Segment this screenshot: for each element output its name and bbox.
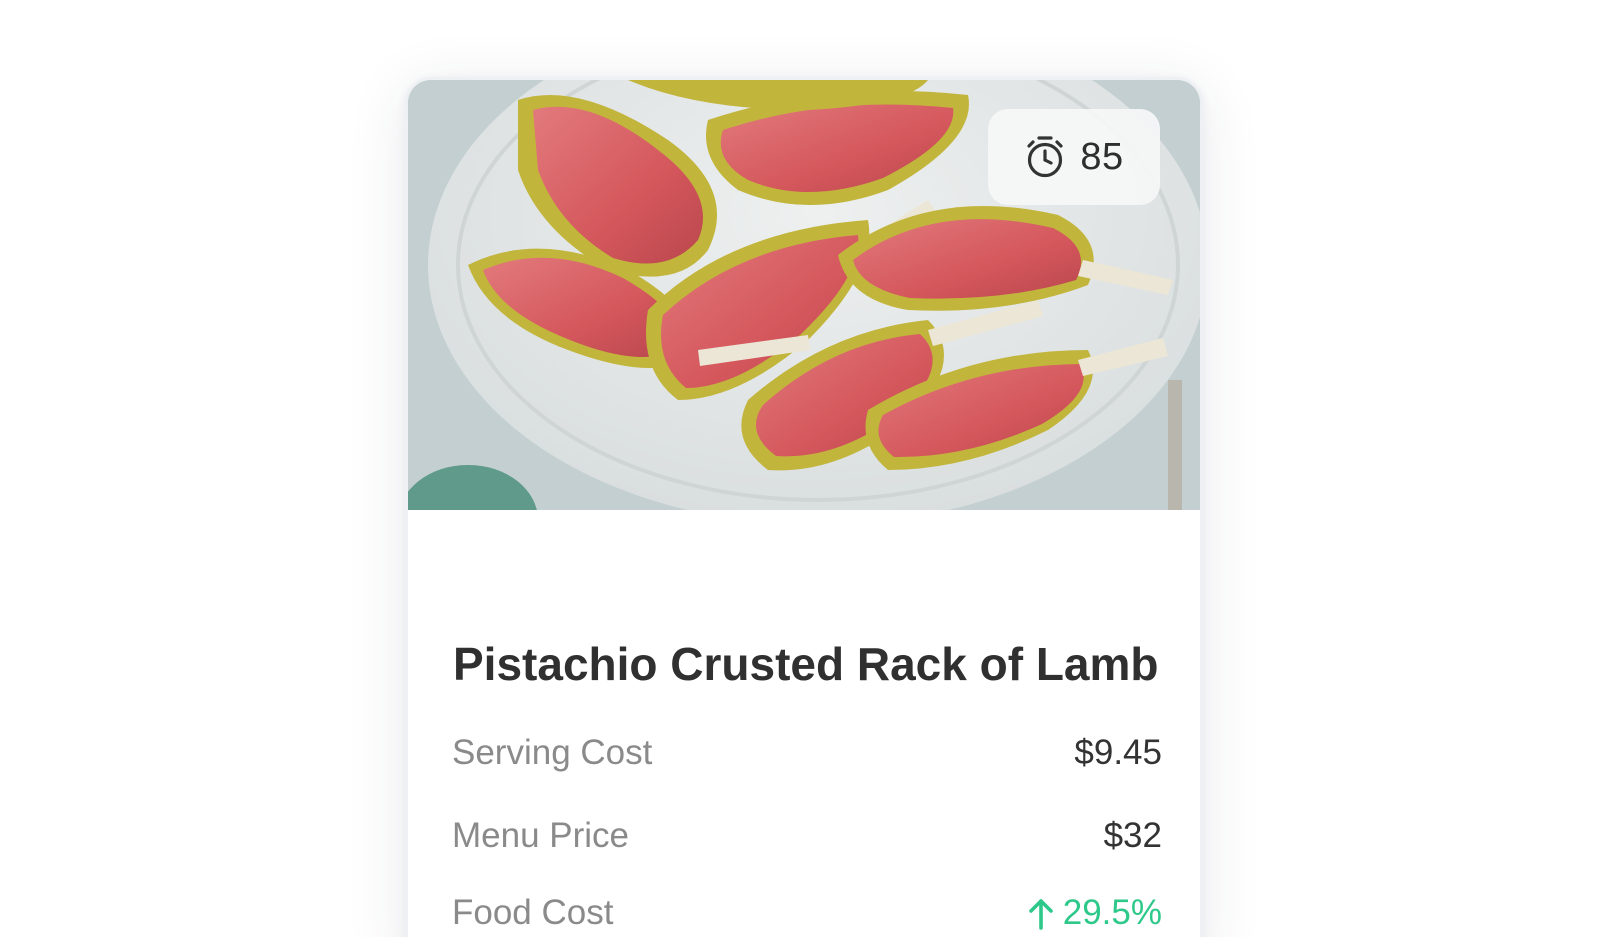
timer-badge: 85: [988, 109, 1160, 205]
menu-price-row: Menu Price $32: [452, 811, 1162, 861]
timer-value: 85: [1080, 135, 1124, 178]
menu-price-value: $32: [1103, 816, 1162, 855]
serving-cost-row: Serving Cost $9.45: [452, 728, 1162, 778]
food-cost-value: 29.5%: [1062, 893, 1162, 932]
food-cost-value-group: 29.5%: [1027, 893, 1162, 933]
page: 85 Pistachio Crusted Rack of Lamb Servin…: [0, 0, 1600, 937]
menu-price-label: Menu Price: [452, 816, 630, 855]
recipe-photo: 85: [408, 80, 1200, 510]
stopwatch-icon: [1027, 136, 1063, 178]
food-cost-label: Food Cost: [452, 893, 614, 932]
arrow-up-icon: [1028, 899, 1053, 930]
serving-cost-label: Serving Cost: [452, 733, 653, 772]
serving-cost-value: $9.45: [1074, 733, 1162, 772]
recipe-card[interactable]: 85 Pistachio Crusted Rack of Lamb Servin…: [405, 77, 1203, 937]
recipe-title: Pistachio Crusted Rack of Lamb: [453, 638, 1159, 690]
food-cost-row: Food Cost 29.5%: [452, 888, 1162, 937]
